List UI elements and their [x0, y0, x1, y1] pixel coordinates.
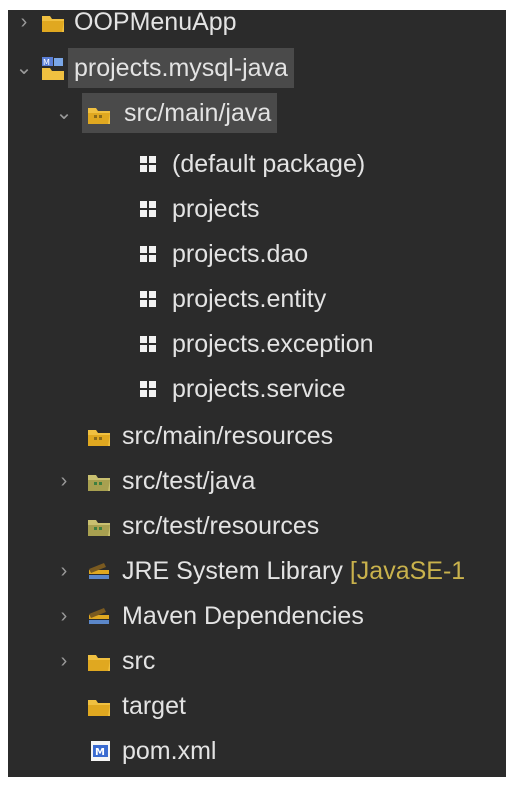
tree-item-maven-dependencies[interactable]: › Maven Dependencies	[8, 594, 506, 638]
tree-item-pom-xml[interactable]: M pom.xml	[8, 729, 506, 773]
tree-item-label: projects.dao	[172, 240, 309, 268]
tree-item-src-test-java[interactable]: › src/test/java	[8, 459, 506, 503]
tree-item-label: projects.entity	[172, 285, 327, 313]
tree-item-label: src/test/resources	[122, 512, 320, 540]
project-folder-icon	[42, 16, 64, 32]
chevron-right-icon[interactable]: ›	[14, 10, 34, 44]
chevron-right-icon[interactable]: ›	[54, 639, 74, 683]
project-tree: › OOPMenuApp ⌄ M projects.mysql-java ⌄ s…	[8, 10, 506, 777]
jre-version-decoration: [JavaSE-1	[349, 557, 466, 585]
library-icon	[89, 563, 109, 579]
package-icon	[140, 246, 156, 262]
tree-item-label: projects	[172, 195, 260, 223]
chevron-down-icon[interactable]: ⌄	[54, 91, 74, 135]
tree-item-jre-library[interactable]: › JRE System Library [JavaSE-1	[8, 549, 506, 593]
folder-icon	[88, 700, 110, 716]
tree-item-oopmenuapp[interactable]: › OOPMenuApp	[8, 10, 506, 44]
tree-item-package[interactable]: projects.dao	[8, 232, 506, 276]
tree-item-package[interactable]: projects.entity	[8, 277, 506, 321]
package-icon	[140, 336, 156, 352]
tree-item-package[interactable]: projects.service	[8, 367, 506, 411]
folder-icon	[88, 655, 110, 671]
tree-item-package[interactable]: projects.exception	[8, 322, 506, 366]
tree-item-label: JRE System Library	[122, 557, 343, 585]
tree-item-project[interactable]: ⌄ M projects.mysql-java	[8, 46, 506, 90]
selection-highlight: src/main/java	[82, 93, 278, 133]
tree-item-src-test-resources[interactable]: src/test/resources	[8, 504, 506, 548]
svg-text:M: M	[95, 747, 105, 758]
tree-item-package[interactable]: projects	[8, 187, 506, 231]
package-icon	[140, 381, 156, 397]
chevron-right-icon[interactable]: ›	[54, 594, 74, 638]
library-icon	[89, 608, 109, 624]
source-folder-icon	[88, 108, 110, 124]
tree-item-label: pom.xml	[122, 737, 217, 765]
maven-pom-file-icon: M	[91, 741, 110, 761]
selection-highlight: projects.mysql-java	[68, 48, 294, 88]
test-source-folder-icon	[88, 475, 110, 491]
tree-item-label: src	[122, 647, 156, 675]
tree-item-label: (default package)	[172, 150, 366, 178]
tree-item-label: src/test/java	[122, 467, 256, 495]
tree-item-label: Maven Dependencies	[122, 602, 364, 630]
tree-item-label: src/main/resources	[122, 422, 334, 450]
chevron-right-icon[interactable]: ›	[54, 459, 74, 503]
tree-item-target-folder[interactable]: target	[8, 684, 506, 728]
chevron-right-icon[interactable]: ›	[54, 549, 74, 593]
tree-item-label: JRE System Library [JavaSE-1	[122, 549, 465, 593]
tree-item-package[interactable]: (default package)	[8, 142, 506, 186]
tree-item-label: projects.exception	[172, 330, 374, 358]
tree-item-label: projects.mysql-java	[74, 54, 288, 82]
package-icon	[140, 201, 156, 217]
maven-project-icon: M	[42, 57, 64, 80]
tree-item-label: target	[122, 692, 186, 720]
svg-text:M: M	[43, 58, 50, 67]
tree-item-src-main-java[interactable]: ⌄ src/main/java	[8, 91, 506, 135]
tree-item-label: src/main/java	[124, 99, 272, 127]
source-folder-icon	[88, 430, 110, 446]
package-icon	[140, 156, 156, 172]
tree-item-label: OOPMenuApp	[74, 10, 237, 36]
chevron-down-icon[interactable]: ⌄	[14, 46, 34, 90]
package-icon	[140, 291, 156, 307]
tree-item-src-main-resources[interactable]: src/main/resources	[8, 414, 506, 458]
test-source-folder-icon	[88, 520, 110, 536]
tree-item-label: projects.service	[172, 375, 346, 403]
project-explorer-panel: › OOPMenuApp ⌄ M projects.mysql-java ⌄ s…	[8, 10, 506, 777]
tree-item-src-folder[interactable]: › src	[8, 639, 506, 683]
